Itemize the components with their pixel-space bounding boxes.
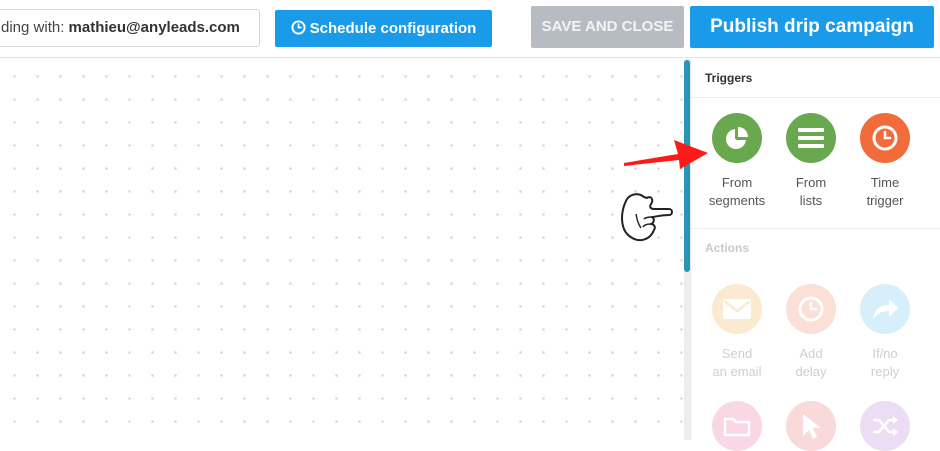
action-label: Send an email bbox=[701, 345, 773, 381]
envelope-icon bbox=[712, 284, 762, 334]
sender-field[interactable]: ding with: mathieu@anyleads.com bbox=[0, 9, 260, 47]
label-line: Time bbox=[870, 175, 900, 190]
label-line: reply bbox=[870, 364, 900, 379]
sender-email: mathieu@anyleads.com bbox=[68, 19, 240, 36]
action-send-email[interactable]: Send an email bbox=[701, 284, 773, 381]
trigger-label: From lists bbox=[775, 174, 847, 210]
save-and-close-label: SAVE AND CLOSE bbox=[541, 18, 674, 35]
save-and-close-button[interactable]: SAVE AND CLOSE bbox=[531, 6, 684, 48]
action-shuffle[interactable] bbox=[849, 401, 921, 451]
divider bbox=[691, 97, 940, 98]
publish-drip-campaign-button[interactable]: Publish drip campaign bbox=[690, 6, 934, 48]
top-bar: ding with: mathieu@anyleads.com Schedule… bbox=[0, 0, 940, 58]
shuffle-icon bbox=[860, 401, 910, 451]
divider bbox=[691, 228, 940, 229]
publish-drip-campaign-label: Publish drip campaign bbox=[710, 16, 914, 37]
sender-prefix: ding with: bbox=[1, 19, 69, 36]
action-label: Add delay bbox=[775, 345, 847, 381]
clock-icon bbox=[860, 113, 910, 163]
schedule-configuration-label: Schedule configuration bbox=[309, 20, 477, 37]
action-folder[interactable] bbox=[701, 401, 773, 451]
pointing-hand-icon bbox=[621, 193, 673, 242]
label-line: delay bbox=[795, 364, 827, 379]
workflow-canvas[interactable] bbox=[0, 59, 684, 440]
tools-panel: Triggers From segments From lists Time t… bbox=[690, 59, 940, 451]
label-line: an email bbox=[712, 364, 762, 379]
schedule-configuration-button[interactable]: Schedule configuration bbox=[275, 10, 492, 47]
trigger-from-lists[interactable]: From lists bbox=[775, 113, 847, 210]
label-line: segments bbox=[708, 193, 766, 208]
trigger-time[interactable]: Time trigger bbox=[849, 113, 921, 210]
label-line: Send bbox=[721, 346, 753, 361]
cursor-icon bbox=[786, 401, 836, 451]
list-icon bbox=[786, 113, 836, 163]
pie-chart-icon bbox=[712, 113, 762, 163]
action-cursor[interactable] bbox=[775, 401, 847, 451]
action-add-delay[interactable]: Add delay bbox=[775, 284, 847, 381]
share-arrow-icon bbox=[860, 284, 910, 334]
label-line: lists bbox=[799, 193, 823, 208]
folder-icon bbox=[712, 401, 762, 451]
triggers-title: Triggers bbox=[705, 71, 753, 85]
label-line: trigger bbox=[866, 193, 904, 208]
label-line: From bbox=[721, 175, 753, 190]
clock-icon bbox=[786, 284, 836, 334]
action-if-no-reply[interactable]: If/no reply bbox=[849, 284, 921, 381]
red-arrow-icon bbox=[624, 140, 708, 169]
label-line: Add bbox=[799, 346, 823, 361]
action-label: If/no reply bbox=[849, 345, 921, 381]
clock-icon bbox=[291, 20, 306, 35]
label-line: If/no bbox=[872, 346, 898, 361]
trigger-label: Time trigger bbox=[849, 174, 921, 210]
label-line: From bbox=[795, 175, 827, 190]
actions-title: Actions bbox=[705, 241, 750, 255]
trigger-label: From segments bbox=[701, 174, 773, 210]
